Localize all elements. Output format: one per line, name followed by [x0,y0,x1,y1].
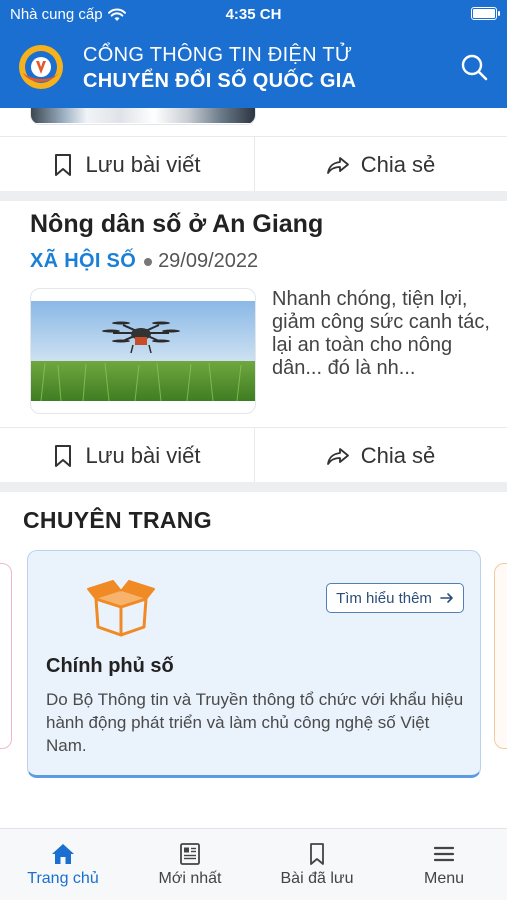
tab-home[interactable]: Trang chủ [0,829,126,900]
article-actions: Lưu bài viết Chia sẻ [0,427,507,483]
hamburger-icon [433,846,455,862]
header-title-line2: CHUYỂN ĐỔI SỐ QUỐC GIA [83,70,357,92]
article-excerpt[interactable]: Nhanh chóng, tiện lợi, giảm công sức can… [272,288,492,380]
header-title: CỔNG THÔNG TIN ĐIỆN TỬ CHUYỂN ĐỔI SỐ QUỐ… [83,42,356,94]
battery-icon [471,7,500,20]
article-title[interactable]: Nông dân số ở An Giang [30,210,323,239]
tab-saved[interactable]: Bài đã lưu [254,829,380,900]
article-thumbnail[interactable] [30,288,256,414]
tab-home-label: Trang chủ [27,870,99,887]
share-arrow-icon [326,156,349,174]
special-page-description: Do Bộ Thông tin và Truyền thông tổ chức … [46,690,464,755]
open-box-icon [87,580,155,637]
article-meta: XÃ HỘI SỐ 29/09/2022 [30,250,258,273]
carousel-card-next[interactable] [494,563,507,749]
special-page-title: Chính phủ số [46,655,174,677]
meta-separator-dot [144,257,153,266]
share-article-button[interactable]: Chia sẻ [254,137,507,192]
save-article-button[interactable]: Lưu bài viết [0,428,254,483]
arrow-right-icon [440,593,453,603]
app-header: Nhà cung cấp 4:35 CH CỔNG THÔNG TIN ĐIỆN… [0,0,507,108]
learn-more-label: Tìm hiểu thêm [336,589,432,607]
article-actions: Lưu bài viết Chia sẻ [0,136,507,192]
share-arrow-icon [326,447,349,465]
carousel-card-previous[interactable] [0,563,12,749]
status-bar: Nhà cung cấp 4:35 CH [0,0,507,28]
save-article-button[interactable]: Lưu bài viết [0,137,254,192]
tab-latest-label: Mới nhất [158,870,222,887]
bookmark-outline-icon [55,444,72,467]
agricultural-drone-image [31,301,255,401]
share-article-label: Chia sẻ [360,151,436,177]
learn-more-button[interactable]: Tìm hiểu thêm [326,583,464,613]
status-time: 4:35 CH [225,6,282,23]
tab-saved-label: Bài đã lưu [280,870,354,887]
article-date: 29/09/2022 [158,250,259,272]
save-article-label: Lưu bài viết [85,151,201,177]
bookmark-icon [310,843,324,865]
special-page-card[interactable]: Tìm hiểu thêm Chính phủ số Do Bộ Thông t… [27,550,481,778]
newspaper-icon [180,843,200,865]
header-title-line1: CỔNG THÔNG TIN ĐIỆN TỬ [83,44,353,66]
search-icon[interactable] [459,52,489,82]
article-category[interactable]: XÃ HỘI SỐ [30,250,136,273]
section-divider [0,191,507,201]
national-digital-transformation-logo[interactable] [17,43,65,91]
bottom-tab-bar: Trang chủ Mới nhất Bài đã lưu Menu [0,828,507,900]
save-article-label: Lưu bài viết [85,442,201,468]
special-section-title: CHUYÊN TRANG [23,507,212,533]
tab-menu-label: Menu [423,870,465,887]
section-divider [0,482,507,492]
share-article-label: Chia sẻ [360,442,436,468]
share-article-button[interactable]: Chia sẻ [254,428,507,483]
bookmark-outline-icon [55,153,72,176]
home-icon [52,844,74,864]
tab-latest[interactable]: Mới nhất [127,829,253,900]
article-thumbnail[interactable] [30,108,256,125]
tab-menu[interactable]: Menu [381,829,507,900]
